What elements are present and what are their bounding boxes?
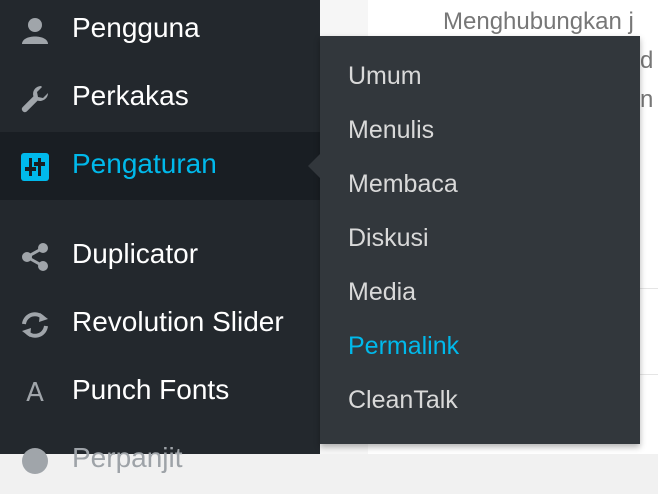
users-icon [16,12,54,50]
submenu-item-media[interactable]: Media [348,276,416,308]
sidebar-item-label: Duplicator [72,238,199,269]
sidebar-item-label: Punch Fonts [72,374,230,405]
submenu-pointer [308,154,320,178]
submenu-item-permalink[interactable]: Permalink [348,330,459,362]
settings-submenu: Umum Menulis Membaca Diskusi Media Perma… [308,36,640,444]
settings-icon [16,148,54,186]
submenu-item-umum[interactable]: Umum [348,60,422,92]
sidebar-item-perkakas[interactable]: Perkakas [0,64,320,132]
content-fragment: d [640,47,654,74]
sidebar-item-pengaturan[interactable]: Pengaturan [0,132,320,200]
submenu-item-membaca[interactable]: Membaca [348,168,458,200]
circle-icon [16,442,54,480]
sidebar-item-pengguna[interactable]: Pengguna [0,0,320,64]
admin-sidebar: Pengguna Perkakas Pengaturan Duplicator … [0,0,320,474]
submenu-item-diskusi[interactable]: Diskusi [348,222,429,254]
refresh-icon [16,306,54,344]
sidebar-item-punch-fonts[interactable]: A Punch Fonts [0,358,320,426]
sidebar-item-label: Pengguna [72,12,200,43]
sidebar-item-revolution-slider[interactable]: Revolution Slider [0,290,320,358]
submenu-item-menulis[interactable]: Menulis [348,114,434,146]
sidebar-item-label: Perkakas [72,80,189,111]
sidebar-item-label: Revolution Slider [72,306,284,337]
sidebar-item-duplicator[interactable]: Duplicator [0,222,320,290]
share-icon [16,238,54,276]
content-fragment: n [640,86,654,113]
content-text: Menghubungkan j [443,8,634,35]
font-icon: A [26,378,44,408]
sidebar-item-label: Pengaturan [72,148,217,179]
wrench-icon [16,80,54,118]
submenu-item-cleantalk[interactable]: CleanTalk [348,384,458,416]
sidebar-item-label: Perpanjit [72,442,183,473]
sidebar-item-partial[interactable]: Perpanjit [0,426,320,494]
